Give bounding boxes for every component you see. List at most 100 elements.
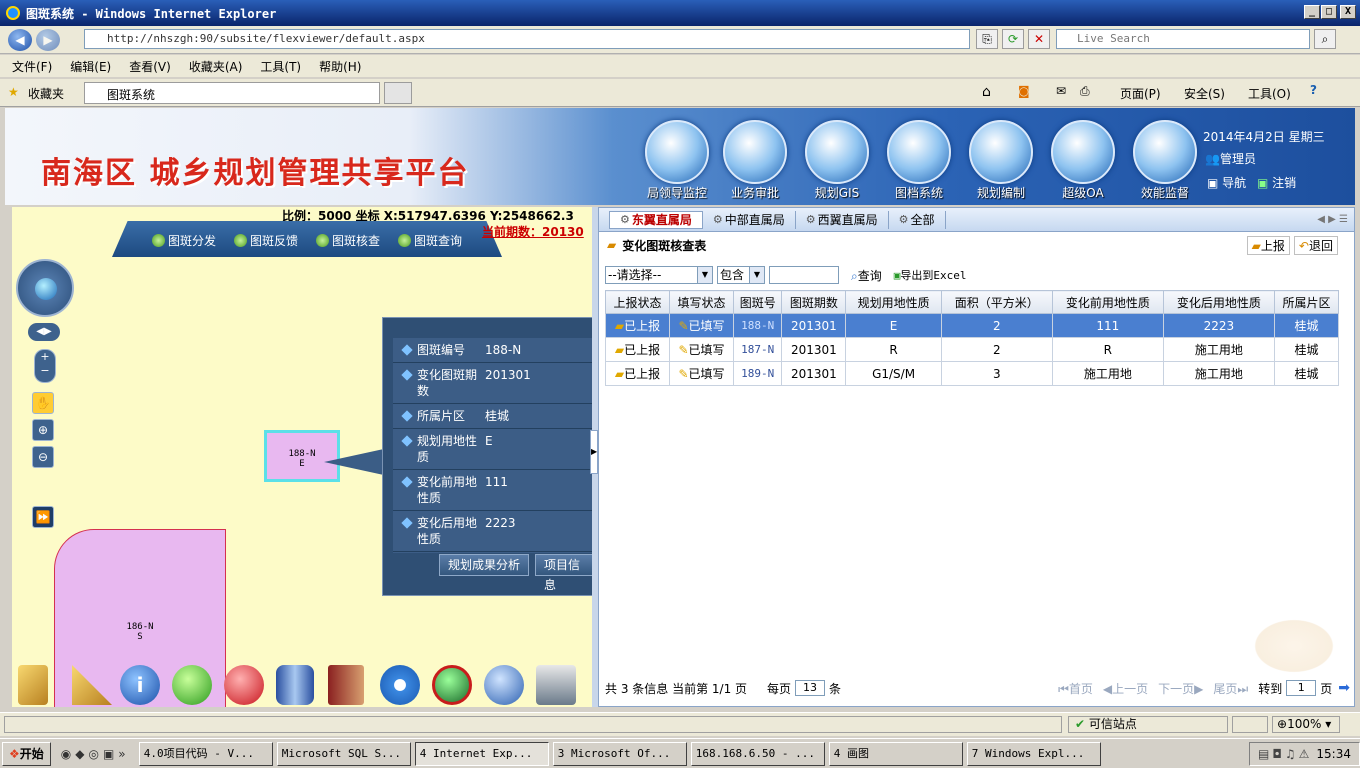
menu-file[interactable]: 文件(F) xyxy=(12,58,52,75)
task-item[interactable]: 4 Internet Exp... xyxy=(414,741,549,766)
query-button[interactable]: ⌕查询 xyxy=(851,267,882,284)
nav-super-oa[interactable]: 超级OA xyxy=(1038,184,1128,201)
table-row[interactable]: ▰已上报 ✎已填写 187-N 201301 R 2 R 施工用地 桂城 xyxy=(604,337,1340,362)
collapse-arrow-icon[interactable]: ▶ xyxy=(590,430,598,474)
address-input[interactable]: http://nhszgh:90/subsite/flexviewer/defa… xyxy=(84,29,970,49)
operator-select[interactable]: 包含 xyxy=(717,266,765,284)
home-icon[interactable]: ⌂ xyxy=(982,84,991,100)
security-zone[interactable]: ✔ 可信站点 xyxy=(1068,716,1228,733)
nav-leader-monitor[interactable]: 局领导监控 xyxy=(632,184,722,201)
quick-launch-icons[interactable]: ◉◆◎▣» xyxy=(55,747,135,761)
new-tab-button[interactable] xyxy=(384,82,412,104)
tray-icons[interactable]: ▤◘♫⚠ xyxy=(1258,747,1312,761)
tab-central-district[interactable]: ⚙ 中部直属局 xyxy=(703,210,796,229)
task-item[interactable]: Microsoft SQL S... xyxy=(276,741,411,766)
col-use-before[interactable]: 变化前用地性质 xyxy=(1051,290,1164,314)
table-row[interactable]: ▰已上报 ✎已填写 189-N 201301 G1/S/M 3 施工用地 施工用… xyxy=(604,361,1340,386)
zoom-slider[interactable]: + − xyxy=(34,349,56,383)
favorites-label[interactable]: 收藏夹 xyxy=(28,85,64,102)
submit-button[interactable]: ▰上报 xyxy=(1246,235,1290,255)
field-select[interactable]: --请选择-- xyxy=(605,266,713,284)
zoom-in-icon[interactable]: ⊕ xyxy=(32,419,54,441)
print-icon[interactable]: ⎙ xyxy=(1080,84,1090,99)
col-area[interactable]: 面积（平方米） xyxy=(940,290,1053,314)
leader-monitor-icon[interactable] xyxy=(645,120,709,184)
globe-full-extent-icon[interactable] xyxy=(35,278,57,300)
layers-icon[interactable] xyxy=(276,665,314,705)
pan-hand-icon[interactable]: ✋ xyxy=(32,392,54,414)
tab-parcel-verify[interactable]: 图斑核查 xyxy=(316,232,380,249)
maximize-button[interactable]: □ xyxy=(1321,5,1337,19)
close-button[interactable]: X xyxy=(1340,5,1356,19)
back-icon[interactable]: ◀ xyxy=(8,29,32,51)
filter-value-input[interactable] xyxy=(769,266,839,284)
book-icon[interactable] xyxy=(328,665,364,705)
stop-icon[interactable]: ✕ xyxy=(1028,29,1050,49)
per-page-input[interactable]: 13 xyxy=(795,680,826,696)
tab-east-district[interactable]: ⚙ 东翼直属局 xyxy=(609,210,703,229)
archive-icon[interactable] xyxy=(887,120,951,184)
nav-business-approval[interactable]: 业务审批 xyxy=(710,184,800,201)
nav-planning-compile[interactable]: 规划编制 xyxy=(956,184,1046,201)
chat-icon[interactable] xyxy=(172,665,212,705)
tab-all[interactable]: ⚙ 全部 xyxy=(889,210,946,229)
forward-icon[interactable]: ▶ xyxy=(36,29,60,51)
go-arrow-icon[interactable]: ➡ xyxy=(1338,680,1350,696)
table-row[interactable]: ▰已上报 ✎已填写 188-N 201301 E 2 111 2223 桂城 xyxy=(604,313,1340,338)
goto-page-input[interactable]: 1 xyxy=(1286,680,1317,696)
task-item[interactable]: 168.168.6.50 - ... xyxy=(690,741,825,766)
menu-help[interactable]: 帮助(H) xyxy=(319,58,361,75)
protected-mode-icon[interactable] xyxy=(1232,716,1268,733)
printer-icon[interactable] xyxy=(536,665,576,705)
browser-tab[interactable]: 图斑系统 xyxy=(84,82,380,104)
zoom-control[interactable]: ⊕100% ▾ xyxy=(1272,716,1340,733)
task-item[interactable]: 4 画图 xyxy=(828,741,963,766)
compat-view-icon[interactable]: ⎘ xyxy=(976,29,998,49)
logout-link[interactable]: ▣ 注销 xyxy=(1257,174,1296,191)
menu-tools[interactable]: 工具(T) xyxy=(260,58,301,75)
info-icon[interactable]: i xyxy=(120,665,160,705)
menu-favorites[interactable]: 收藏夹(A) xyxy=(189,58,243,75)
zoom-out-icon[interactable]: ⊖ xyxy=(32,446,54,468)
first-page-button[interactable]: ⏮首页 xyxy=(1058,680,1093,697)
nav-archive-system[interactable]: 图档系统 xyxy=(874,184,964,201)
search-icon[interactable]: ⌕ xyxy=(1314,29,1336,49)
tab-parcel-query[interactable]: 图斑查询 xyxy=(398,232,462,249)
planning-analysis-button[interactable]: 规划成果分析 xyxy=(439,554,530,576)
home-extent-icon[interactable] xyxy=(484,665,524,705)
feeds-icon[interactable]: ◙ xyxy=(1018,84,1030,98)
expand-toolbar-icon[interactable]: ⏩ xyxy=(32,506,54,528)
menu-view[interactable]: 查看(V) xyxy=(129,58,171,75)
prev-next-extent-icon[interactable]: ◀▶ xyxy=(28,323,60,341)
help-icon[interactable]: ? xyxy=(1310,83,1317,97)
map-viewer[interactable]: 比例：5000 坐标 X:517947.6396 Y:2548662.3 图斑分… xyxy=(12,207,592,707)
tools-menu[interactable]: 工具(O) xyxy=(1248,85,1291,102)
globe-icon[interactable] xyxy=(805,120,869,184)
next-page-button[interactable]: 下一页▶ xyxy=(1158,680,1203,697)
search-input[interactable]: Live Search xyxy=(1056,29,1310,49)
return-button[interactable]: ↶退回 xyxy=(1293,235,1338,255)
safety-menu[interactable]: 安全(S) xyxy=(1184,85,1225,102)
map-globe-icon[interactable] xyxy=(432,665,472,705)
col-report-status[interactable]: 上报状态 xyxy=(604,290,671,314)
planning-edit-icon[interactable] xyxy=(969,120,1033,184)
start-button[interactable]: ❖开始 xyxy=(2,741,51,766)
nav-efficiency-monitor[interactable]: 效能监督 xyxy=(1120,184,1210,201)
oa-icon[interactable] xyxy=(1051,120,1115,184)
tab-parcel-distribute[interactable]: 图斑分发 xyxy=(151,232,216,249)
tab-parcel-feedback[interactable]: 图斑反馈 xyxy=(233,232,298,249)
prev-page-button[interactable]: ◀上一页 xyxy=(1103,680,1148,697)
last-page-button[interactable]: 尾页⏭ xyxy=(1213,680,1248,697)
col-use-after[interactable]: 变化后用地性质 xyxy=(1162,290,1275,314)
refresh-icon[interactable]: ⟳ xyxy=(1002,29,1024,49)
col-planned-use[interactable]: 规划用地性质 xyxy=(845,290,942,314)
efficiency-icon[interactable] xyxy=(1133,120,1197,184)
minimize-button[interactable]: _ xyxy=(1304,5,1320,19)
page-menu[interactable]: 页面(P) xyxy=(1120,85,1161,102)
parcel-188-N[interactable]: 188-N E xyxy=(264,430,340,482)
export-excel-button[interactable]: ▣导出到Excel xyxy=(894,267,967,283)
business-approval-icon[interactable] xyxy=(723,120,787,184)
task-item[interactable]: 7 Windows Expl... xyxy=(966,741,1101,766)
settings-icon[interactable] xyxy=(380,665,420,705)
nav-link[interactable]: ▣ 导航 xyxy=(1207,174,1246,191)
